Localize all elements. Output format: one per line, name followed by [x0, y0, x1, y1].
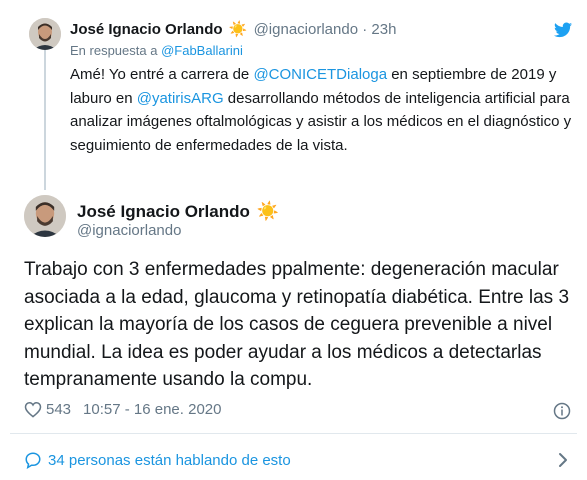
- main-tweet-text: Trabajo con 3 enfermedades ppalmente: de…: [24, 259, 570, 390]
- info-icon[interactable]: [553, 402, 571, 420]
- author-name[interactable]: José Ignacio Orlando: [70, 21, 223, 38]
- author-handle[interactable]: @ignaciorlando: [254, 21, 358, 38]
- mention-link[interactable]: @yatirisARG: [137, 90, 224, 107]
- avatar[interactable]: [29, 18, 61, 50]
- separator-dot: ·: [362, 21, 368, 38]
- mention-link[interactable]: @CONICETDialoga: [253, 66, 387, 83]
- parent-tweet[interactable]: José Ignacio Orlando ☀️ @ignaciorlando ·…: [0, 0, 587, 190]
- like-count[interactable]: 543: [46, 401, 71, 418]
- parent-tweet-header: José Ignacio Orlando ☀️ @ignaciorlando ·…: [70, 20, 396, 38]
- divider: [10, 433, 577, 434]
- sun-emoji: ☀️: [256, 201, 280, 221]
- twitter-bird-icon[interactable]: [554, 22, 572, 38]
- heart-icon[interactable]: [24, 401, 42, 418]
- tweet-timestamp[interactable]: 10:57 - 16 ene. 2020: [83, 401, 221, 418]
- reply-prefix: En respuesta a: [70, 43, 158, 58]
- reply-to-mention[interactable]: @FabBallarini: [161, 43, 243, 58]
- main-author-name[interactable]: José Ignacio Orlando ☀️: [77, 201, 281, 222]
- tweet-time[interactable]: 23h: [371, 21, 396, 38]
- sun-emoji: ☀️: [228, 21, 248, 38]
- conversation-label[interactable]: 34 personas están hablando de esto: [48, 452, 291, 469]
- parent-tweet-text: Amé! Yo entré a carrera de @CONICETDialo…: [70, 63, 575, 157]
- avatar[interactable]: [24, 195, 66, 237]
- text-segment: Amé! Yo entré a carrera de: [70, 66, 254, 83]
- author-handle[interactable]: @ignaciorlando: [77, 222, 181, 239]
- speech-bubble-icon: [25, 452, 41, 469]
- conversation-link[interactable]: 34 personas están hablando de esto: [24, 451, 291, 469]
- thread-connector: [44, 50, 46, 190]
- author-name[interactable]: José Ignacio Orlando: [77, 202, 250, 221]
- chevron-right-icon[interactable]: [557, 452, 569, 468]
- tweet-meta: 543 10:57 - 16 ene. 2020: [24, 401, 221, 418]
- reply-context: En respuesta a @FabBallarini: [70, 43, 243, 58]
